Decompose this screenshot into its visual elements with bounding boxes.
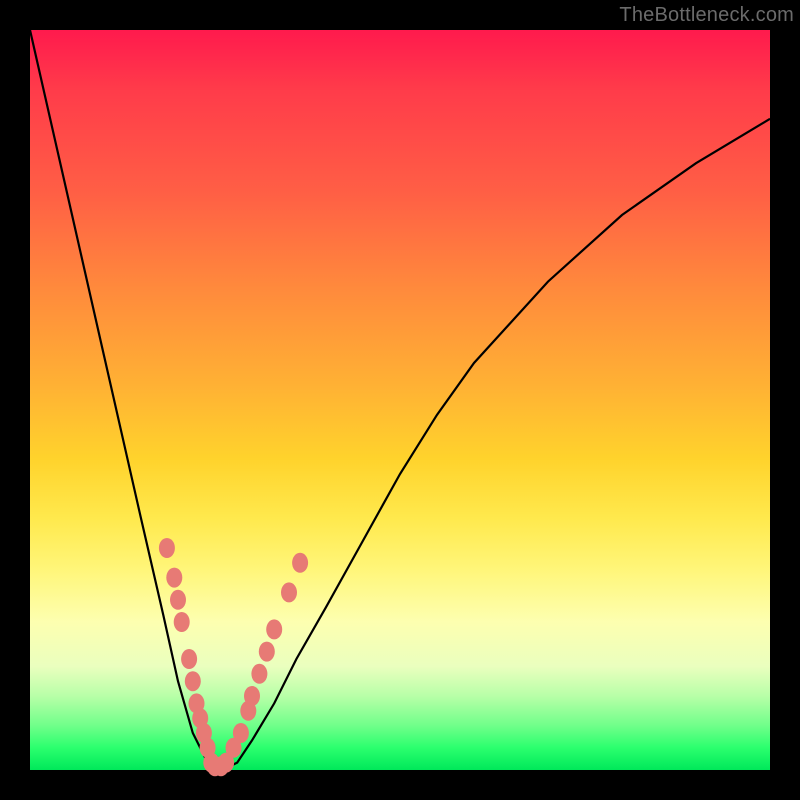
bead-group: [159, 538, 308, 776]
curve-layer: [30, 30, 770, 770]
data-bead: [281, 582, 297, 602]
data-bead: [266, 619, 282, 639]
plot-area: [30, 30, 770, 770]
watermark-text: TheBottleneck.com: [619, 4, 794, 27]
data-bead: [181, 649, 197, 669]
data-bead: [259, 642, 275, 662]
data-bead: [292, 553, 308, 573]
bottleneck-curve: [30, 30, 770, 770]
data-bead: [185, 671, 201, 691]
data-bead: [251, 664, 267, 684]
data-bead: [174, 612, 190, 632]
data-bead: [166, 568, 182, 588]
chart-frame: TheBottleneck.com: [0, 0, 800, 800]
data-bead: [170, 590, 186, 610]
data-bead: [244, 686, 260, 706]
data-bead: [233, 723, 249, 743]
data-bead: [159, 538, 175, 558]
